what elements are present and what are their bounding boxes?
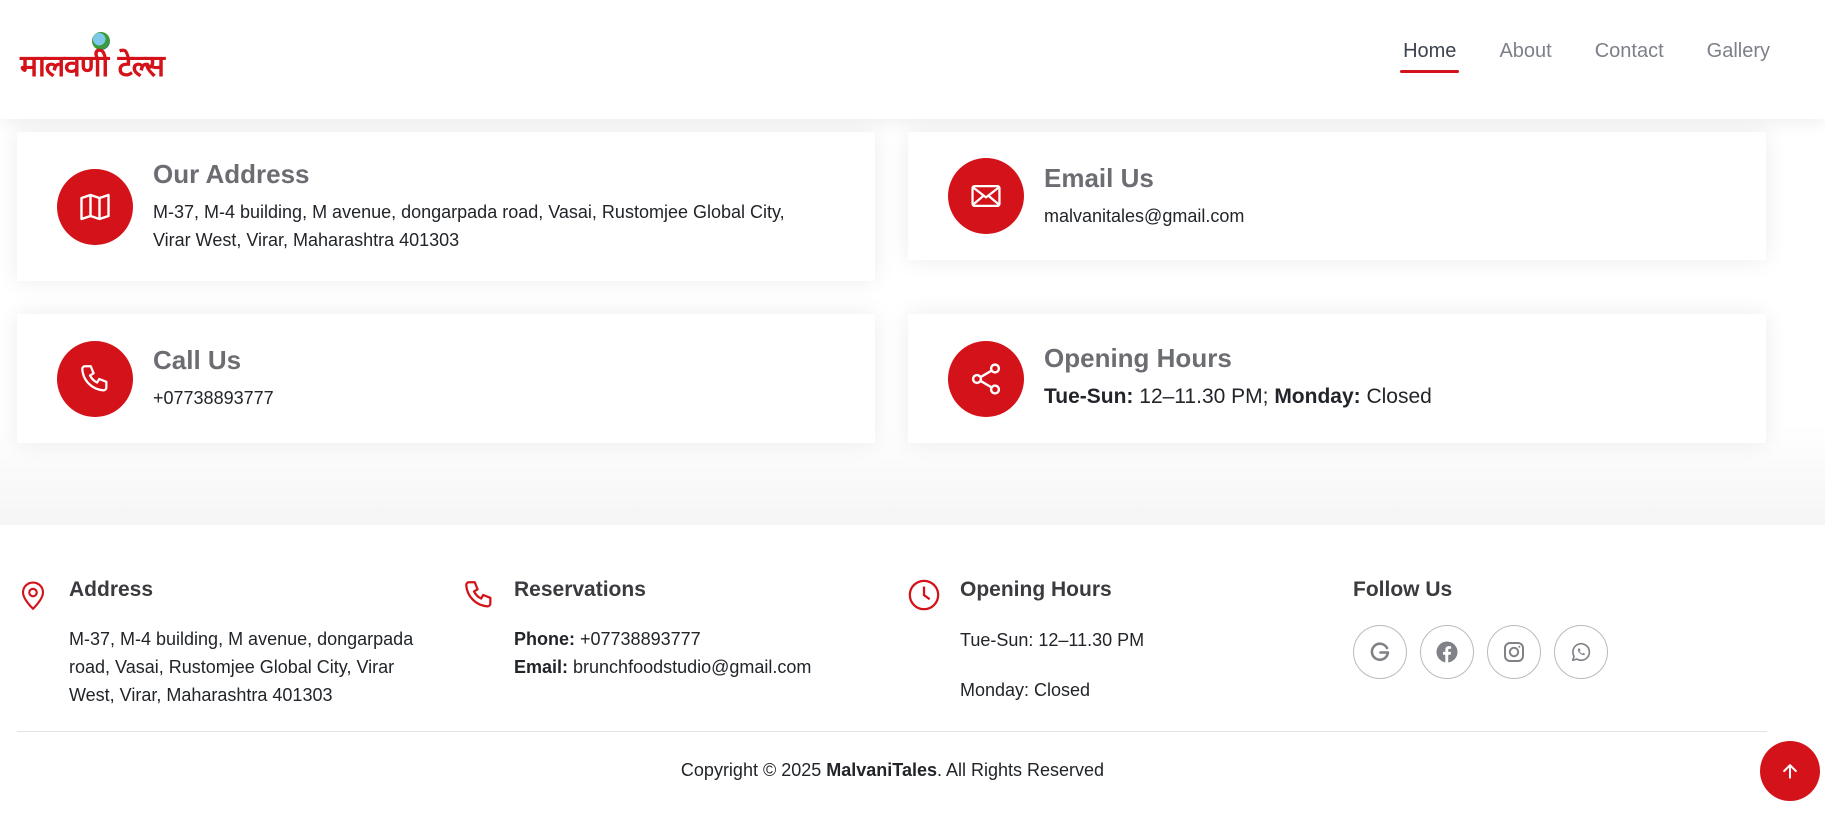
nav-item-about[interactable]: About: [1499, 40, 1551, 73]
footer-phone-label: Phone:: [514, 629, 575, 649]
address-card-text: M-37, M-4 building, M avenue, dongarpada…: [153, 198, 853, 254]
copyright: Copyright © 2025 MalvaniTales. All Right…: [0, 760, 1785, 781]
footer-reservations-title: Reservations: [514, 578, 646, 601]
address-card-title: Our Address: [153, 159, 310, 189]
footer-address-line-1: M-37, M-4 building, M avenue, dongarpada: [69, 629, 414, 649]
nav-item-gallery[interactable]: Gallery: [1707, 40, 1770, 73]
hours-card-text: Tue-Sun: 12–11.30 PM; Monday: Closed: [1044, 383, 1432, 411]
map-pin-icon: [18, 578, 48, 617]
address-line-1: M-37, M-4 building, M avenue, dongarpada…: [153, 202, 785, 222]
email-card: Email Us malvanitales@gmail.com: [908, 132, 1766, 260]
hours-card: Opening Hours Tue-Sun: 12–11.30 PM; Mond…: [908, 314, 1766, 443]
phone-icon: [57, 341, 133, 417]
footer-phone: Phone: +07738893777: [514, 625, 894, 653]
call-card-title: Call Us: [153, 345, 242, 375]
main-nav: Home About Contact Gallery: [1360, 40, 1770, 73]
email-card-value[interactable]: malvanitales@gmail.com: [1044, 202, 1244, 230]
social-links: [1353, 625, 1621, 679]
phone-icon: [462, 578, 496, 617]
nav-item-home[interactable]: Home: [1400, 40, 1460, 73]
site-header: मालवणी टेल्स Home About Contact Gallery: [0, 0, 1825, 119]
instagram-icon[interactable]: [1487, 625, 1541, 679]
footer-phone-value[interactable]: +07738893777: [575, 629, 701, 649]
call-card-value[interactable]: +07738893777: [153, 384, 274, 412]
copyright-prefix: Copyright © 2025: [680, 760, 827, 780]
footer-address-line-2: road, Vasai, Rustomjee Global City, Vira…: [69, 657, 395, 677]
address-card: Our Address M-37, M-4 building, M avenue…: [17, 132, 875, 281]
footer-email-value[interactable]: brunchfoodstudio@gmail.com: [568, 657, 811, 677]
footer-hours-line-2: Monday: Closed: [960, 680, 1091, 700]
logo-text: मालवणी टेल्स: [20, 49, 165, 84]
site-logo[interactable]: मालवणी टेल्स: [20, 30, 180, 86]
footer-hours-title: Opening Hours: [960, 578, 1112, 601]
hours-days-value: 12–11.30 PM;: [1133, 385, 1275, 408]
footer-divider: [17, 731, 1767, 732]
footer-hours-line-1: Tue-Sun: 12–11.30 PM: [960, 630, 1145, 650]
footer-address-text: M-37, M-4 building, M avenue, dongarpada…: [69, 625, 449, 709]
call-card: Call Us +07738893777: [17, 314, 875, 443]
email-card-title: Email Us: [1044, 163, 1154, 193]
clock-icon: [907, 578, 941, 617]
envelope-icon: [948, 158, 1024, 234]
google-icon[interactable]: [1353, 625, 1407, 679]
address-line-2: Virar West, Virar, Maharashtra 401303: [153, 230, 460, 250]
hours-days-label: Tue-Sun:: [1044, 385, 1134, 408]
whatsapp-icon[interactable]: [1554, 625, 1608, 679]
back-to-top-button[interactable]: [1760, 741, 1820, 801]
footer-follow-title: Follow Us: [1353, 578, 1453, 601]
footer-address-line-3: West, Virar, Maharashtra 401303: [69, 685, 333, 705]
footer-hours-text: Tue-Sun: 12–11.30 PM Monday: Closed: [960, 626, 1320, 704]
arrow-up-icon: [1783, 764, 1797, 779]
footer-address-title: Address: [69, 578, 154, 601]
footer-email-label: Email:: [514, 657, 569, 677]
share-icon: [948, 341, 1024, 417]
footer-email: Email: brunchfoodstudio@gmail.com: [514, 653, 894, 681]
hours-closed-label: Monday:: [1274, 385, 1361, 408]
copyright-brand: MalvaniTales: [826, 760, 937, 780]
copyright-suffix: . All Rights Reserved: [937, 760, 1105, 780]
nav-item-contact[interactable]: Contact: [1595, 40, 1664, 73]
hours-card-title: Opening Hours: [1044, 343, 1232, 373]
footer-reservations-text: Phone: +07738893777 Email: brunchfoodstu…: [514, 625, 894, 681]
map-icon: [57, 169, 133, 245]
facebook-icon[interactable]: [1420, 625, 1474, 679]
hours-closed-value: Closed: [1360, 385, 1432, 408]
